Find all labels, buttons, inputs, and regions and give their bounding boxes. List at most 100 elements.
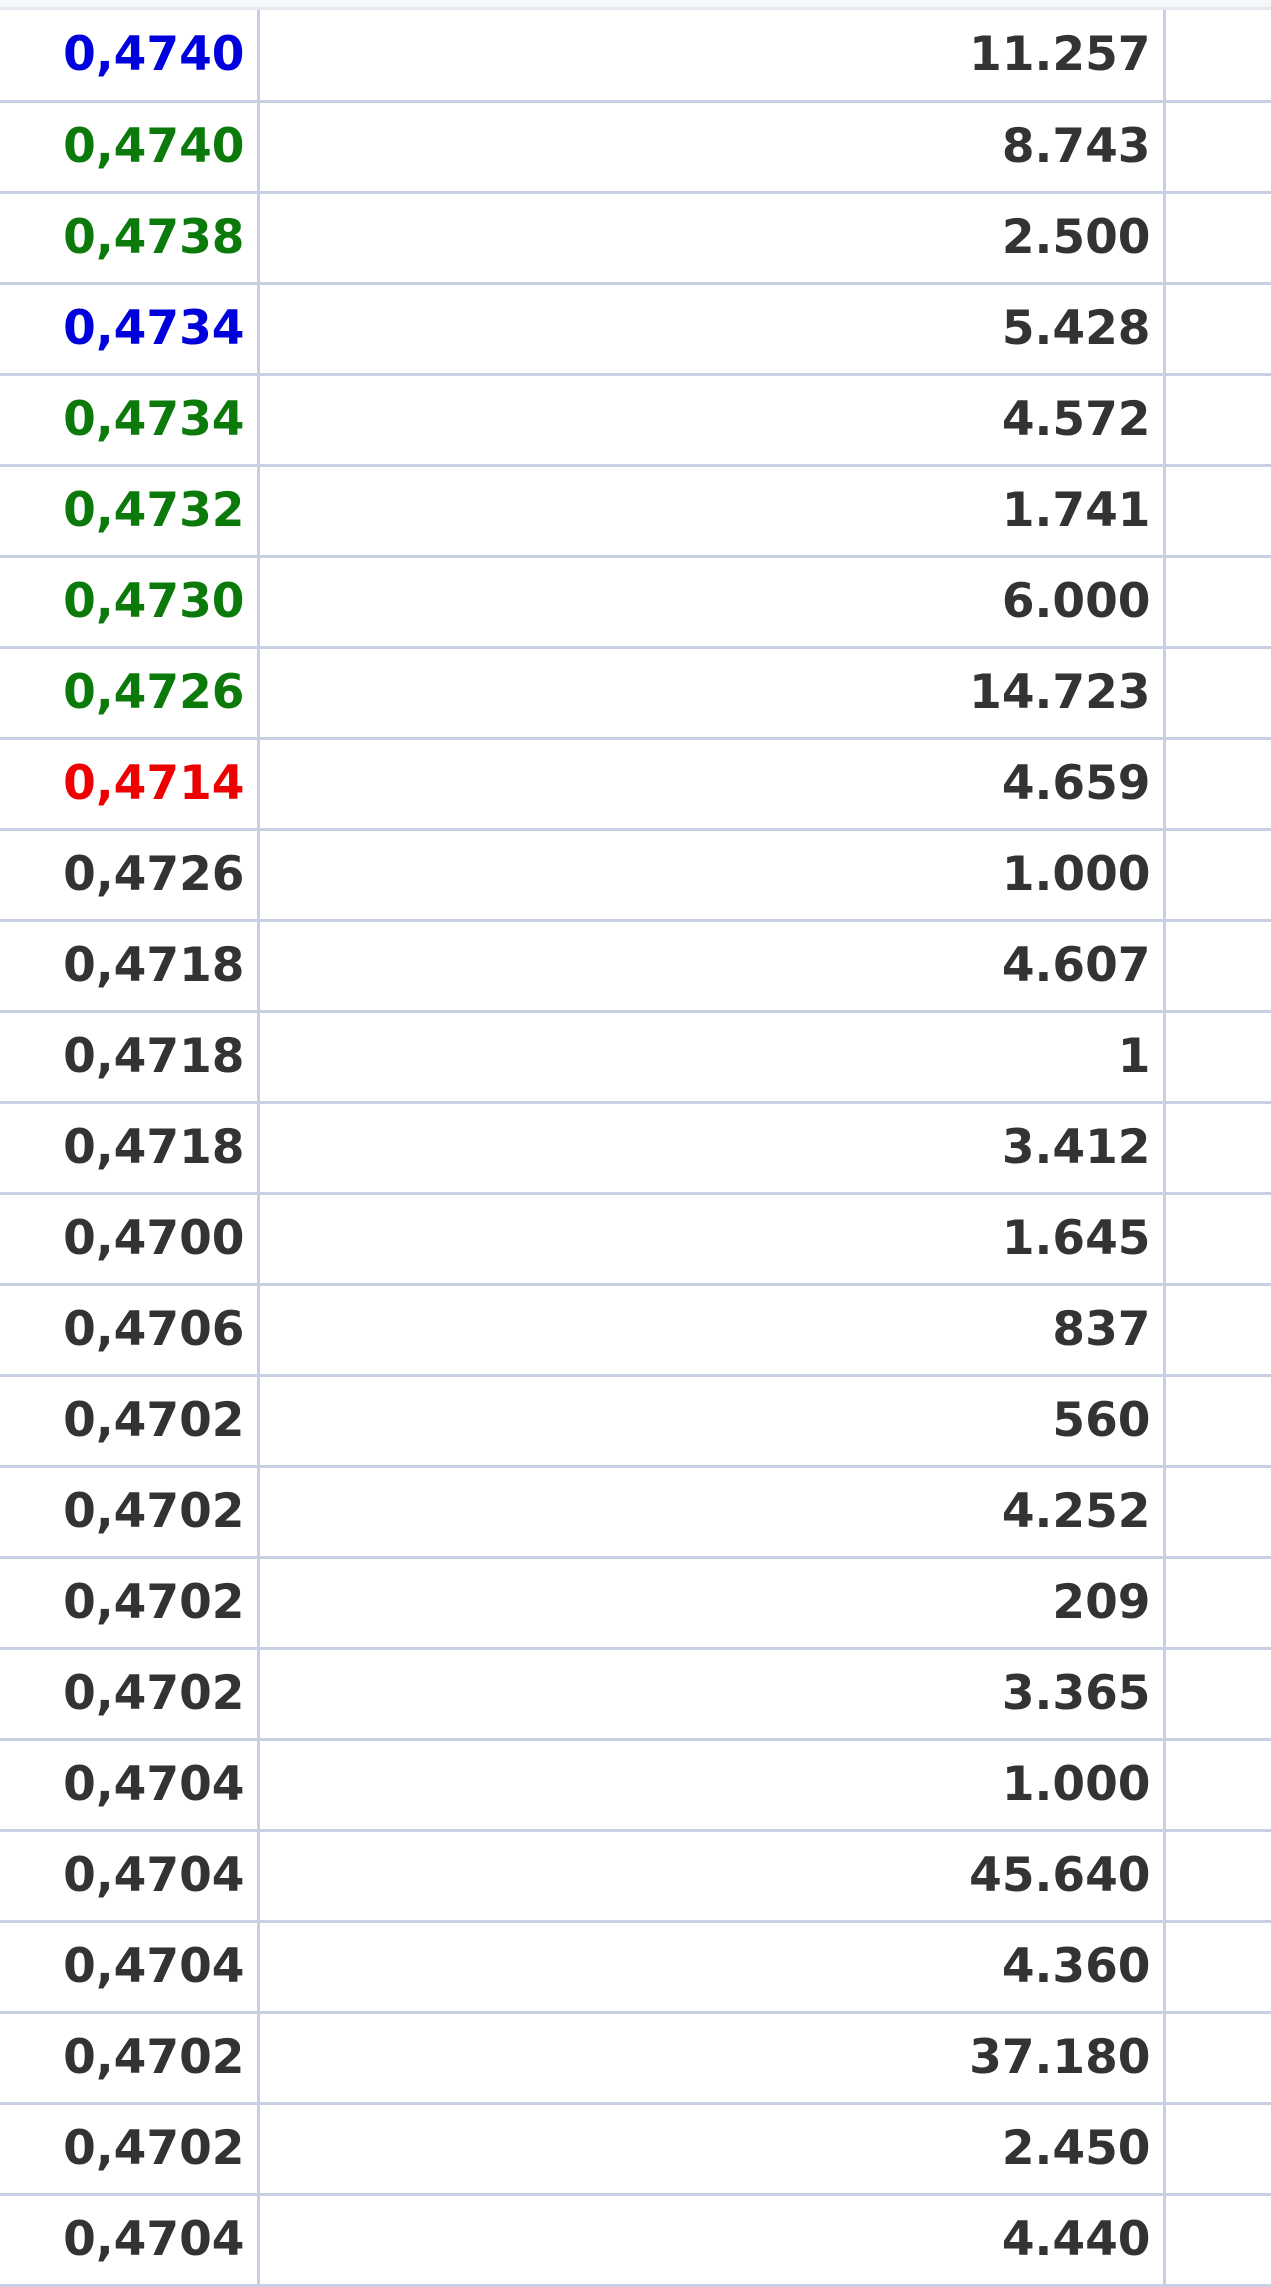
- next-column-cell: [1164, 647, 1271, 740]
- volume-cell: 4.607: [258, 920, 1166, 1013]
- volume-cell: 1: [258, 1011, 1166, 1104]
- price-cell: 0,4702: [0, 1375, 260, 1468]
- table-row: 0,4718 1: [0, 1011, 1271, 1104]
- next-column-cell: [1164, 1739, 1271, 1832]
- table-row: 0,4702 560: [0, 1375, 1271, 1468]
- table-row: 0,4732 1.741: [0, 465, 1271, 558]
- table-row: 0,4702 2.450: [0, 2103, 1271, 2196]
- price-cell: 0,4704: [0, 1830, 260, 1923]
- table-row: 0,4704 45.640: [0, 1830, 1271, 1923]
- volume-cell: 5.428: [258, 283, 1166, 376]
- table-row: 0,4726 14.723: [0, 647, 1271, 740]
- price-cell: 0,4740: [0, 10, 260, 103]
- table-row: 0,4700 1.645: [0, 1193, 1271, 1286]
- price-cell: 0,4700: [0, 1193, 260, 1286]
- next-column-cell: [1164, 465, 1271, 558]
- price-cell: 0,4702: [0, 1466, 260, 1559]
- table-row: 0,4702 3.365: [0, 1648, 1271, 1741]
- price-cell: 0,4738: [0, 192, 260, 285]
- price-cell: 0,4714: [0, 738, 260, 831]
- price-cell: 0,4718: [0, 1102, 260, 1195]
- table-row: 0,4734 4.572: [0, 374, 1271, 467]
- volume-cell: 3.412: [258, 1102, 1166, 1195]
- table-row: 0,4730 6.000: [0, 556, 1271, 649]
- price-cell: 0,4718: [0, 1011, 260, 1104]
- next-column-cell: [1164, 101, 1271, 194]
- volume-cell: 11.257: [258, 10, 1166, 103]
- table-row: 0,4704 1.000: [0, 1739, 1271, 1832]
- price-cell: 0,4732: [0, 465, 260, 558]
- volume-cell: 45.640: [258, 1830, 1166, 1923]
- next-column-cell: [1164, 738, 1271, 831]
- volume-cell: 1.000: [258, 829, 1166, 922]
- next-column-cell: [1164, 920, 1271, 1013]
- volume-cell: 6.000: [258, 556, 1166, 649]
- next-column-cell: [1164, 10, 1271, 103]
- table-row: 0,4734 5.428: [0, 283, 1271, 376]
- next-column-cell: [1164, 1011, 1271, 1104]
- volume-cell: 560: [258, 1375, 1166, 1468]
- price-cell: 0,4730: [0, 556, 260, 649]
- table-top-edge: [0, 0, 1271, 10]
- price-cell: 0,4702: [0, 2012, 260, 2105]
- next-column-cell: [1164, 374, 1271, 467]
- price-cell: 0,4734: [0, 283, 260, 376]
- next-column-cell: [1164, 1921, 1271, 2014]
- next-column-cell: [1164, 283, 1271, 376]
- volume-cell: 4.360: [258, 1921, 1166, 2014]
- price-cell: 0,4734: [0, 374, 260, 467]
- next-column-cell: [1164, 556, 1271, 649]
- price-cell: 0,4726: [0, 647, 260, 740]
- volume-cell: 4.440: [258, 2194, 1166, 2287]
- price-cell: 0,4702: [0, 1648, 260, 1741]
- next-column-cell: [1164, 2103, 1271, 2196]
- table-row: 0,4702 4.252: [0, 1466, 1271, 1559]
- next-column-cell: [1164, 1557, 1271, 1650]
- table-row: 0,4740 8.743: [0, 101, 1271, 194]
- volume-cell: 1.645: [258, 1193, 1166, 1286]
- volume-cell: 837: [258, 1284, 1166, 1377]
- next-column-cell: [1164, 1284, 1271, 1377]
- price-cell: 0,4704: [0, 1739, 260, 1832]
- volume-cell: 1.741: [258, 465, 1166, 558]
- table-row: 0,4738 2.500: [0, 192, 1271, 285]
- price-cell: 0,4718: [0, 920, 260, 1013]
- table-row: 0,4718 4.607: [0, 920, 1271, 1013]
- next-column-cell: [1164, 1193, 1271, 1286]
- next-column-cell: [1164, 829, 1271, 922]
- next-column-cell: [1164, 2194, 1271, 2287]
- volume-cell: 4.572: [258, 374, 1166, 467]
- volume-cell: 2.450: [258, 2103, 1166, 2196]
- table-row: 0,4726 1.000: [0, 829, 1271, 922]
- next-column-cell: [1164, 1466, 1271, 1559]
- next-column-cell: [1164, 1830, 1271, 1923]
- price-cell: 0,4706: [0, 1284, 260, 1377]
- price-cell: 0,4740: [0, 101, 260, 194]
- volume-cell: 3.365: [258, 1648, 1166, 1741]
- volume-cell: 4.659: [258, 738, 1166, 831]
- table-row: 0,4706 837: [0, 1284, 1271, 1377]
- volume-cell: 8.743: [258, 101, 1166, 194]
- table-row: 0,4740 11.257: [0, 10, 1271, 103]
- trades-table: 0,4740 11.257 0,4740 8.743 0,4738 2.500 …: [0, 10, 1271, 2287]
- price-cell: 0,4702: [0, 2103, 260, 2196]
- volume-cell: 2.500: [258, 192, 1166, 285]
- next-column-cell: [1164, 2012, 1271, 2105]
- price-cell: 0,4704: [0, 1921, 260, 2014]
- trades-table-body: 0,4740 11.257 0,4740 8.743 0,4738 2.500 …: [0, 10, 1271, 2287]
- volume-cell: 37.180: [258, 2012, 1166, 2105]
- price-cell: 0,4702: [0, 1557, 260, 1650]
- table-row: 0,4702 37.180: [0, 2012, 1271, 2105]
- volume-cell: 14.723: [258, 647, 1166, 740]
- next-column-cell: [1164, 1375, 1271, 1468]
- volume-cell: 1.000: [258, 1739, 1166, 1832]
- table-row: 0,4704 4.440: [0, 2194, 1271, 2287]
- table-row: 0,4718 3.412: [0, 1102, 1271, 1195]
- volume-cell: 4.252: [258, 1466, 1166, 1559]
- table-row: 0,4704 4.360: [0, 1921, 1271, 2014]
- next-column-cell: [1164, 1648, 1271, 1741]
- volume-cell: 209: [258, 1557, 1166, 1650]
- next-column-cell: [1164, 192, 1271, 285]
- price-cell: 0,4726: [0, 829, 260, 922]
- next-column-cell: [1164, 1102, 1271, 1195]
